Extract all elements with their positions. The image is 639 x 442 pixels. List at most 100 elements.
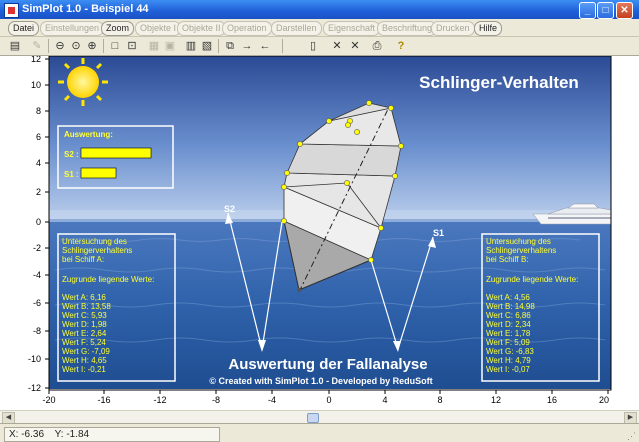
cross-icon[interactable]: ✕ — [330, 39, 344, 53]
status-x: X: -6.36 — [9, 429, 45, 440]
left-panel-value: Wert C: 5,93 — [62, 311, 107, 320]
app-icon[interactable] — [4, 3, 19, 18]
menu-zoom[interactable]: Zoom — [101, 21, 135, 36]
left-panel-heading-3: bei Schiff A: — [62, 255, 104, 264]
menu-objekte-1[interactable]: Objekte I — [135, 21, 182, 36]
close-button[interactable]: ✕ — [616, 2, 633, 19]
right-panel-value: Wert D: 2,34 — [486, 320, 531, 329]
plot-credit: © Created with SimPlot 1.0 - Developed b… — [209, 376, 432, 386]
maximize-button[interactable]: □ — [597, 2, 614, 19]
right-panel-values-title: Zugrunde liegende Werte: — [486, 275, 578, 284]
cross-alt-icon[interactable]: ✕ — [348, 39, 362, 53]
window-title: SimPlot 1.0 - Beispiel 44 — [22, 3, 149, 15]
plot-title: Schlinger-Verhalten — [419, 73, 579, 92]
toolbar-separator — [48, 39, 49, 53]
status-bar: X: -6.36 Y: -1.84 ⋰ — [0, 423, 639, 442]
toolbar-separator — [218, 39, 219, 53]
auswertung-title: Auswertung: — [64, 130, 113, 139]
ship-keel-point — [297, 288, 301, 292]
menu-drucken[interactable]: Drucken — [431, 21, 475, 36]
x-tick-label: -4 — [268, 395, 276, 405]
right-panel-value: Wert E: 1,78 — [486, 329, 531, 338]
square-icon[interactable]: □ — [108, 39, 122, 53]
y-tick-label: 4 — [36, 158, 41, 168]
left-panel-value: Wert D: 1,98 — [62, 320, 107, 329]
label-s1: S1 — [433, 228, 444, 238]
auswertung-s1-bar — [80, 167, 117, 179]
table-icon[interactable]: ▥ — [184, 39, 198, 53]
y-tick-label: 10 — [31, 80, 41, 90]
right-panel-value: Wert A: 4,56 — [486, 293, 530, 302]
coordinate-readout: X: -6.36 Y: -1.84 — [4, 427, 220, 442]
y-tick-label: -8 — [33, 326, 41, 336]
right-panel-heading-2: Schlingerverhaltens — [486, 246, 556, 255]
menu-eigenschaft[interactable]: Eigenschaft — [323, 21, 381, 36]
left-panel-value: Wert F: 5,24 — [62, 338, 106, 347]
scroll-thumb[interactable] — [307, 413, 319, 423]
x-tick-label: 20 — [599, 395, 609, 405]
y-tick-label: -10 — [28, 354, 41, 364]
menu-einstellungen[interactable]: Einstellungen — [40, 21, 105, 36]
right-panel-value: Wert B: 14,98 — [486, 302, 535, 311]
y-tick-label: 0 — [36, 217, 41, 227]
printer-icon[interactable]: ⎙ — [370, 39, 384, 53]
grid-icon[interactable]: ▦ — [147, 39, 161, 53]
auswertung-s2-bar — [80, 147, 152, 159]
menu-hilfe[interactable]: Hilfe — [474, 21, 503, 36]
y-tick-label: -12 — [28, 383, 41, 393]
left-panel-value: Wert H: 4,65 — [62, 356, 107, 365]
left-panel-value: Wert G: -7,09 — [62, 347, 110, 356]
resize-grip-icon[interactable]: ⋰ — [627, 431, 637, 441]
y-tick-label: 12 — [31, 56, 41, 64]
x-tick-label: -8 — [212, 395, 220, 405]
calculator-icon[interactable]: ▤ — [8, 39, 22, 53]
menu-bar: Datei Einstellungen Zoom Objekte I Objek… — [0, 19, 639, 37]
horizontal-scrollbar[interactable]: ◀ ▶ — [0, 410, 639, 424]
left-panel-heading-2: Schlingerverhaltens — [62, 246, 132, 255]
fit-icon[interactable]: ⊡ — [125, 39, 139, 53]
x-tick-label: 4 — [382, 395, 387, 405]
right-panel-value: Wert C: 6,86 — [486, 311, 531, 320]
left-panel-heading-1: Untersuchung des — [62, 237, 127, 246]
y-tick-label: 8 — [36, 106, 41, 116]
menu-darstellen[interactable]: Darstellen — [271, 21, 322, 36]
arrow-right-icon[interactable]: → — [240, 39, 254, 53]
zoom-icon[interactable]: ⊙ — [69, 39, 83, 53]
right-panel-value: Wert G: -6,83 — [486, 347, 534, 356]
y-tick-label: 6 — [36, 132, 41, 142]
y-tick-label: -6 — [33, 298, 41, 308]
chart-icon[interactable]: ▧ — [200, 39, 214, 53]
auswertung-s1-label: S1 : — [64, 170, 79, 179]
zoom-in-icon[interactable]: ⊕ — [85, 39, 99, 53]
plot-area[interactable]: Schlinger-Verhalten Auswertung der Falla… — [0, 56, 639, 410]
right-panel-value: Wert F: 5,09 — [486, 338, 530, 347]
menu-objekte-2[interactable]: Objekte II — [177, 21, 226, 36]
minimize-button[interactable]: _ — [579, 2, 596, 19]
y-tick-label: 2 — [36, 187, 41, 197]
page-icon[interactable]: ▯ — [306, 39, 320, 53]
x-tick-label: -20 — [42, 395, 55, 405]
layers-icon[interactable]: ▣ — [163, 39, 177, 53]
x-tick-label: 12 — [491, 395, 501, 405]
copy-icon[interactable]: ⧉ — [223, 39, 237, 53]
toolbar-separator — [103, 39, 104, 53]
plot-svg[interactable]: Schlinger-Verhalten Auswertung der Falla… — [0, 56, 639, 410]
auswertung-s2-label: S2 : — [64, 150, 79, 159]
x-tick-label: -16 — [97, 395, 110, 405]
right-panel-value: Wert I: -0,07 — [486, 365, 530, 374]
arrow-left-icon[interactable]: ← — [258, 39, 272, 53]
left-panel-value: Wert E: 2,64 — [62, 329, 107, 338]
menu-datei[interactable]: Datei — [8, 21, 40, 36]
status-y: Y: -1.84 — [54, 429, 90, 440]
y-tick-label: -4 — [33, 270, 41, 280]
menu-beschriftung[interactable]: Beschriftung — [377, 21, 438, 36]
pen-icon[interactable]: ✎ — [30, 39, 44, 53]
y-tick-label: -2 — [33, 243, 41, 253]
toolbar-separator — [282, 39, 283, 53]
label-s2: S2 — [224, 204, 235, 214]
menu-operation[interactable]: Operation — [222, 21, 272, 36]
x-tick-label: 16 — [547, 395, 557, 405]
zoom-out-icon[interactable]: ⊖ — [53, 39, 67, 53]
help-icon[interactable]: ? — [394, 39, 408, 53]
toolbar: ▤ ✎ ⊖ ⊙ ⊕ □ ⊡ ▦ ▣ ▥ ▧ ⧉ → ← ▯ ✕ ✕ ⎙ ? — [0, 37, 639, 56]
